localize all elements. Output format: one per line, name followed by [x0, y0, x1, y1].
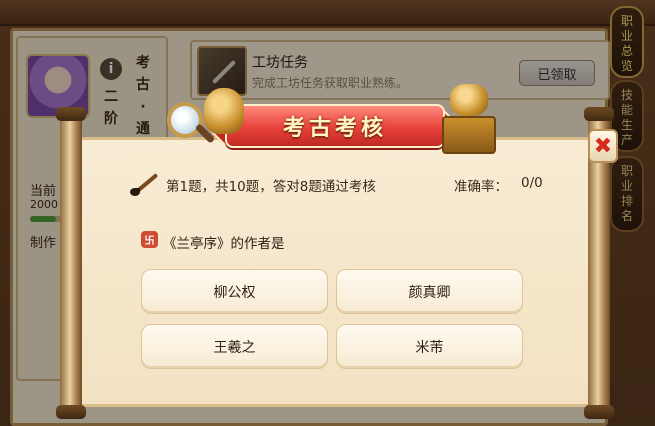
close-icon: ✖ [593, 133, 613, 159]
dialog-title-banner: 考古考核 [225, 104, 445, 148]
answer-option-b[interactable]: 颜真卿 [336, 269, 523, 314]
scroll-cap [584, 107, 614, 121]
question-progress: 第1题，共10题，答对8题通过考核 [166, 179, 376, 195]
option-label: 王羲之 [213, 339, 256, 356]
option-label: 米芾 [415, 339, 444, 356]
bronze-vase-icon [204, 88, 244, 134]
answer-option-d[interactable]: 米芾 [336, 324, 523, 369]
scroll-rod-left [56, 107, 86, 419]
magnifier-icon [167, 102, 203, 138]
scroll-cap [56, 107, 86, 121]
answer-option-c[interactable]: 王羲之 [141, 324, 328, 369]
scroll-cap [584, 405, 614, 419]
scroll-cap [56, 405, 86, 419]
option-label: 柳公权 [213, 284, 256, 301]
close-button[interactable]: ✖ [588, 129, 618, 163]
bronze-seal-icon [442, 84, 496, 156]
question-seal-icon: 卐 [141, 231, 158, 248]
answer-option-a[interactable]: 柳公权 [141, 269, 328, 314]
question-text: 《兰亭序》的作者是 [163, 236, 285, 252]
accuracy-label: 准确率： [454, 179, 508, 195]
dialog-title: 考古考核 [282, 116, 387, 141]
option-label: 颜真卿 [408, 284, 451, 301]
accuracy-value: 0/0 [521, 175, 543, 191]
seal-base [442, 116, 496, 154]
brush-icon [130, 168, 160, 198]
brush-tip [130, 188, 140, 196]
seal-knob [450, 84, 488, 116]
